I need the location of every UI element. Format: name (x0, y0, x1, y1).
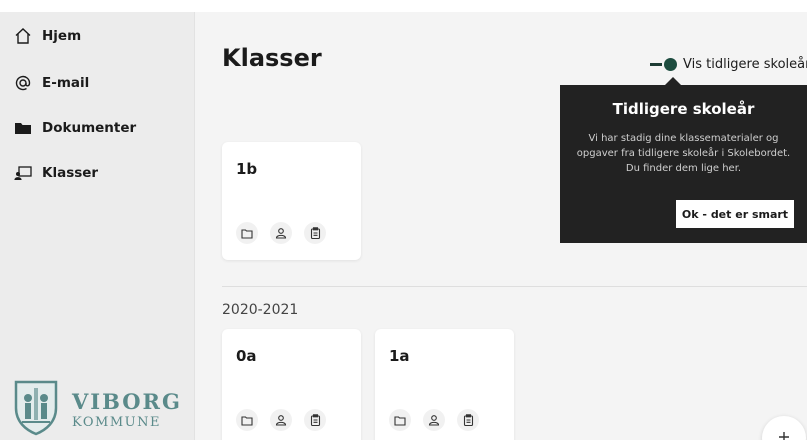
sidebar-item-klasser[interactable]: Klasser (12, 160, 187, 186)
sidebar-item-hjem[interactable]: Hjem (12, 23, 187, 49)
page-title: Klasser (222, 44, 322, 72)
sidebar-item-email[interactable]: E-mail (12, 70, 187, 96)
tooltip-arrow (665, 77, 681, 85)
sidebar-item-label: Dokumenter (42, 120, 137, 136)
person-icon[interactable] (270, 409, 292, 431)
previous-years-toggle[interactable]: Vis tidligere skoleår (650, 54, 807, 74)
tooltip-ok-button[interactable]: Ok - det er smart (676, 200, 794, 228)
sidebar-item-label: Klasser (42, 165, 99, 181)
section-divider (222, 286, 807, 287)
class-card-1b[interactable]: 1b (222, 142, 361, 260)
person-icon[interactable] (270, 222, 292, 244)
tooltip-body: Vi har stadig dine klassematerialer og o… (576, 133, 791, 174)
plus-icon (777, 429, 791, 440)
class-card-title: 1b (236, 160, 258, 178)
logo-line-2: KOMMUNE (72, 414, 161, 430)
folder-icon[interactable] (236, 409, 258, 431)
clipboard-icon[interactable] (304, 409, 326, 431)
folder-icon[interactable] (389, 409, 411, 431)
class-card-title: 0a (236, 347, 257, 365)
sidebar-item-dokumenter[interactable]: Dokumenter (12, 115, 187, 141)
toggle-track (650, 62, 662, 66)
school-year-label: 2020-2021 (222, 302, 299, 318)
toggle-label: Vis tidligere skoleår (683, 56, 807, 72)
coat-of-arms-icon (12, 378, 60, 440)
clipboard-icon[interactable] (457, 409, 479, 431)
folder-icon[interactable] (236, 222, 258, 244)
sidebar: Hjem E-mail Dokumenter Klasser VIBORG KO… (0, 12, 195, 440)
top-strip (0, 0, 807, 12)
home-icon (12, 26, 34, 46)
class-card-title: 1a (389, 347, 410, 365)
at-icon (12, 73, 34, 93)
sidebar-item-label: E-mail (42, 75, 90, 91)
toggle-knob (664, 57, 677, 71)
floating-action-button[interactable] (762, 416, 806, 440)
clipboard-icon[interactable] (304, 222, 326, 244)
tooltip-popover: Tidligere skoleår Vi har stadig dine kla… (560, 85, 807, 243)
person-icon[interactable] (423, 409, 445, 431)
main-content: Klasser Vis tidligere skoleår Tidligere … (196, 12, 807, 440)
viborg-kommune-logo: VIBORG KOMMUNE (12, 378, 180, 440)
sidebar-item-label: Hjem (42, 28, 82, 44)
logo-line-1: VIBORG (72, 388, 182, 414)
tooltip-title: Tidligere skoleår (612, 100, 755, 118)
folder-icon (12, 118, 34, 138)
class-card-1a[interactable]: 1a (375, 329, 514, 440)
class-icon (12, 163, 34, 183)
class-card-0a[interactable]: 0a (222, 329, 361, 440)
